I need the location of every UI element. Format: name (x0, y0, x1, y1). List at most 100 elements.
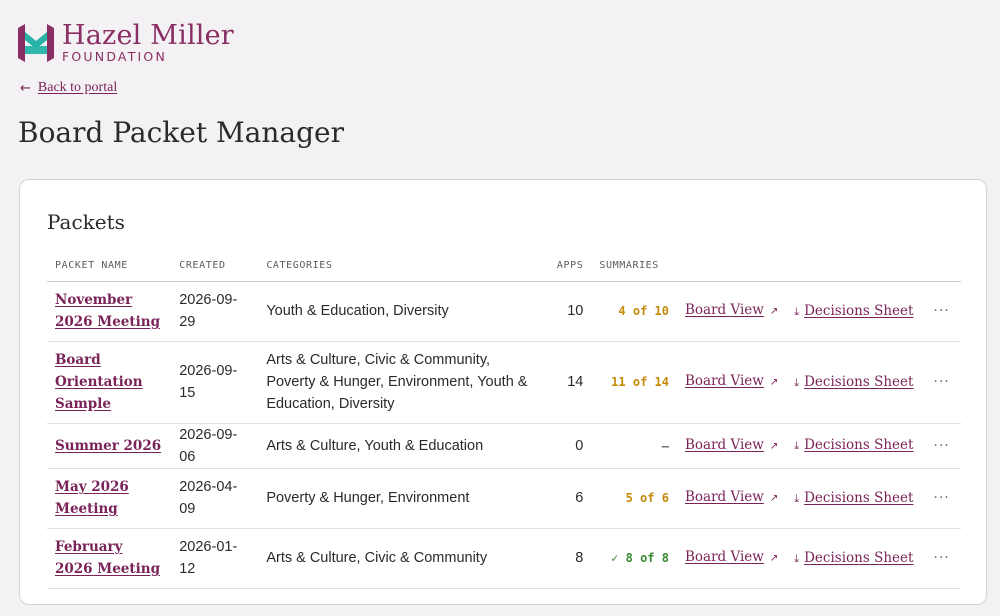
decisions-cell: ⤓ Decisions Sheet (786, 341, 923, 424)
board-view-link[interactable]: Board View ↗ (685, 437, 778, 453)
packet-name-link[interactable]: Board Orientation Sample (55, 352, 143, 412)
table-row: Board Orientation Sample 2026-09-15 Arts &… (47, 341, 961, 424)
packet-name-link[interactable]: November 2026 Meeting (55, 292, 160, 330)
apps-cell: 0 (541, 423, 592, 469)
apps-cell: 10 (541, 281, 592, 342)
col-header-apps[interactable]: APPS (541, 250, 592, 282)
download-icon: ⤓ (794, 439, 800, 452)
categories-cell: Poverty & Hunger, Environment (258, 468, 542, 529)
board-view-label: Board View (684, 302, 764, 318)
created-cell: 2026-01-12 (171, 528, 259, 589)
categories-cell: Arts & Culture, Youth & Education (258, 423, 542, 469)
back-to-portal-link[interactable]: ← Back to portal (20, 80, 117, 96)
board-view-label: Board View (684, 436, 764, 453)
board-view-cell: Board View ↗ (676, 528, 787, 589)
external-link-icon: ↗ (769, 440, 779, 452)
decisions-sheet-link[interactable]: ⤓ Decisions Sheet (794, 550, 913, 566)
decisions-sheet-label: Decisions Sheet (804, 373, 914, 390)
created-cell: 2026-04-09 (171, 468, 259, 529)
board-view-cell: Board View ↗ (676, 468, 787, 529)
decisions-sheet-label: Decisions Sheet (804, 549, 914, 566)
packet-name-cell: February 2026 Meeting (47, 528, 172, 589)
summaries-cell: 5 of 6 (591, 468, 677, 529)
external-link-icon: ↗ (769, 306, 779, 317)
packets-card: Packets PACKET NAME CREATED CATEGORIES A… (19, 179, 987, 605)
packet-name-cell: Summer 2026 (47, 423, 172, 469)
created-cell: 2026-09-15 (171, 341, 259, 424)
more-actions-button[interactable]: ··· (922, 423, 961, 469)
decisions-sheet-label: Decisions Sheet (804, 437, 914, 453)
board-view-cell: Board View ↗ (676, 281, 787, 342)
packet-name-cell: May 2026 Meeting (47, 468, 172, 529)
created-cell: 2026-09-06 (171, 423, 259, 469)
more-actions-button[interactable]: ··· (922, 468, 961, 529)
created-cell: 2026-09-29 (171, 281, 259, 342)
external-link-icon: ↗ (769, 493, 779, 504)
board-view-link[interactable]: Board View ↗ (685, 549, 778, 565)
table-row: May 2026 Meeting 2026-04-09 Poverty & Hung… (47, 468, 961, 529)
brand-header: Hazel Miller FOUNDATION (18, 22, 234, 64)
board-view-cell: Board View ↗ (676, 423, 787, 469)
categories-cell: Arts & Culture, Civic & Community (258, 528, 542, 589)
decisions-sheet-link[interactable]: ⤓ Decisions Sheet (794, 490, 913, 506)
apps-cell: 8 (541, 528, 592, 589)
decisions-sheet-link[interactable]: ⤓ Decisions Sheet (794, 374, 913, 390)
decisions-cell: ⤓ Decisions Sheet (786, 468, 923, 529)
board-view-link[interactable]: Board View ↗ (685, 373, 778, 389)
summaries-status: 4 of 10 (618, 304, 669, 318)
packet-name-cell: Board Orientation Sample (47, 341, 172, 424)
table-row: February 2026 Meeting 2026-01-12 Arts & Cu… (47, 528, 961, 589)
col-header-created[interactable]: CREATED (171, 250, 259, 282)
board-view-label: Board View (684, 373, 764, 389)
decisions-sheet-link[interactable]: ⤓ Decisions Sheet (794, 437, 913, 453)
table-row: November 2026 Meeting 2026-09-29 Youth & E… (47, 281, 961, 342)
board-view-cell: Board View ↗ (676, 341, 787, 424)
brand-name: Hazel Miller (62, 20, 234, 51)
page-title: Board Packet Manager (18, 116, 344, 149)
apps-cell: 14 (541, 341, 592, 424)
summaries-cell: ✓ 8 of 8 (591, 528, 677, 589)
back-to-portal-label: Back to portal (37, 80, 118, 95)
packet-name-cell: November 2026 Meeting (47, 281, 172, 342)
decisions-cell: ⤓ Decisions Sheet (786, 423, 923, 469)
col-header-decisions (786, 250, 923, 282)
decisions-sheet-label: Decisions Sheet (804, 489, 914, 506)
categories-cell: Arts & Culture, Civic & Community, Pover… (258, 341, 542, 424)
foundation-logo-icon (18, 23, 54, 62)
arrow-left-icon: ← (20, 80, 31, 96)
packet-name-link[interactable]: Summer 2026 (55, 438, 161, 454)
download-icon: ⤓ (794, 551, 800, 565)
decisions-cell: ⤓ Decisions Sheet (786, 281, 923, 342)
download-icon: ⤓ (794, 304, 800, 318)
decisions-sheet-label: Decisions Sheet (804, 302, 914, 319)
summaries-cell: — (591, 423, 677, 469)
download-icon: ⤓ (794, 491, 800, 505)
packet-name-link[interactable]: May 2026 Meeting (55, 479, 129, 517)
summaries-status: ✓ 8 of 8 (611, 551, 669, 565)
col-header-summaries[interactable]: SUMMARIES (591, 250, 677, 282)
summaries-status: — (661, 438, 669, 453)
more-actions-button[interactable]: ··· (922, 528, 961, 589)
summaries-status: 5 of 6 (625, 491, 669, 505)
decisions-cell: ⤓ Decisions Sheet (786, 528, 923, 589)
download-icon: ⤓ (794, 375, 800, 389)
summaries-cell: 4 of 10 (591, 281, 677, 342)
categories-cell: Youth & Education, Diversity (258, 281, 542, 342)
table-header-row: PACKET NAME CREATED CATEGORIES APPS SUMM… (47, 250, 961, 282)
packet-name-link[interactable]: February 2026 Meeting (55, 539, 160, 577)
summaries-cell: 11 of 14 (591, 341, 677, 424)
board-view-link[interactable]: Board View ↗ (685, 302, 778, 318)
brand-subtitle: FOUNDATION (62, 49, 168, 64)
col-header-more (922, 250, 961, 282)
packets-heading: Packets (47, 210, 125, 234)
external-link-icon: ↗ (769, 553, 779, 564)
summaries-status: 11 of 14 (611, 375, 669, 389)
more-actions-button[interactable]: ··· (922, 281, 961, 342)
col-header-packet-name[interactable]: PACKET NAME (47, 250, 172, 282)
more-actions-button[interactable]: ··· (922, 341, 961, 424)
col-header-categories[interactable]: CATEGORIES (258, 250, 542, 282)
board-view-link[interactable]: Board View ↗ (685, 489, 778, 505)
col-header-board-view (676, 250, 787, 282)
decisions-sheet-link[interactable]: ⤓ Decisions Sheet (794, 303, 913, 319)
packets-table-body: November 2026 Meeting 2026-09-29 Youth & E… (47, 281, 961, 589)
